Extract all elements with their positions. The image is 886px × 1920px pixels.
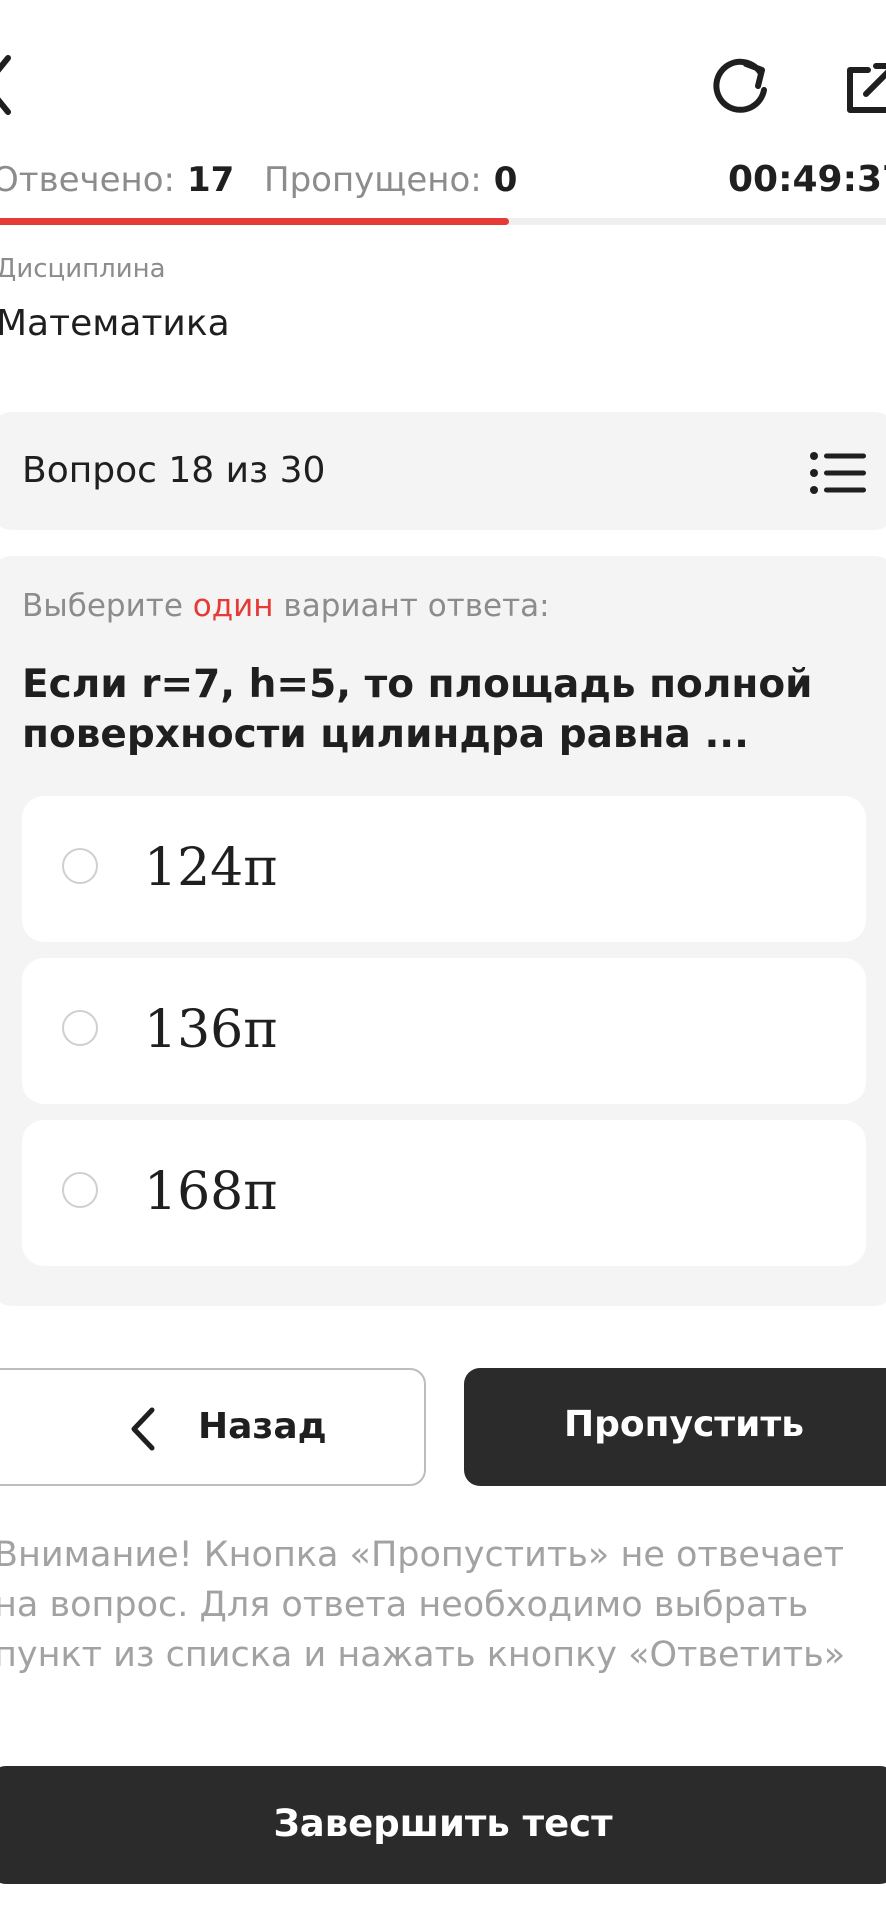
question-header: Вопрос 18 из 30 <box>0 412 886 530</box>
radio-button[interactable] <box>62 848 98 884</box>
reload-icon[interactable] <box>708 52 774 118</box>
back-button[interactable]: Назад <box>0 1368 426 1486</box>
radio-button[interactable] <box>62 1172 98 1208</box>
skipped-count: 0 <box>493 160 518 200</box>
list-icon[interactable] <box>810 452 866 494</box>
answered-stat: Отвечено: 17 <box>0 156 234 204</box>
skip-button[interactable]: Пропустить <box>464 1368 886 1486</box>
finish-test-button[interactable]: Завершить тест <box>0 1766 886 1884</box>
discipline-value: Математика <box>0 303 230 344</box>
answer-option[interactable]: 168π <box>22 1120 866 1266</box>
chevron-left-icon <box>131 1407 155 1451</box>
answer-option-label: 124π <box>144 838 278 898</box>
instruction-suffix: вариант ответа: <box>273 588 550 624</box>
back-button-label: Назад <box>198 1406 327 1447</box>
answer-option[interactable]: 124π <box>22 796 866 942</box>
question-counter: Вопрос 18 из 30 <box>22 450 326 491</box>
instruction-emphasis: один <box>192 588 274 624</box>
answered-count: 17 <box>187 160 235 200</box>
external-link-icon[interactable] <box>842 58 886 118</box>
answer-option-label: 136π <box>144 1000 278 1060</box>
instruction-prefix: Выберите <box>22 588 193 624</box>
radio-button[interactable] <box>62 1010 98 1046</box>
skip-warning-text: Внимание! Кнопка «Пропустить» не отвечае… <box>0 1535 846 1675</box>
skip-button-label: Пропустить <box>563 1404 805 1445</box>
back-chevron-icon[interactable] <box>0 50 22 120</box>
skipped-stat: Пропущено: 0 <box>264 156 517 204</box>
answer-instruction: Выберите один вариант ответа: <box>22 588 550 624</box>
question-card: Выберите один вариант ответа: Если r=7, … <box>0 556 886 1306</box>
answer-option[interactable]: 136π <box>22 958 866 1104</box>
discipline-label: Дисциплина <box>0 254 166 284</box>
progress-bar-fill <box>0 218 510 225</box>
answered-label: Отвечено: <box>0 160 176 200</box>
progress-bar <box>0 218 886 225</box>
skipped-label: Пропущено: <box>264 160 482 200</box>
answer-option-label: 168π <box>144 1162 278 1222</box>
question-text: Если r=7, h=5, то площадь полной поверхн… <box>22 662 813 757</box>
timer: 00:49:37 <box>728 159 886 200</box>
finish-test-label: Завершить тест <box>273 1802 613 1845</box>
